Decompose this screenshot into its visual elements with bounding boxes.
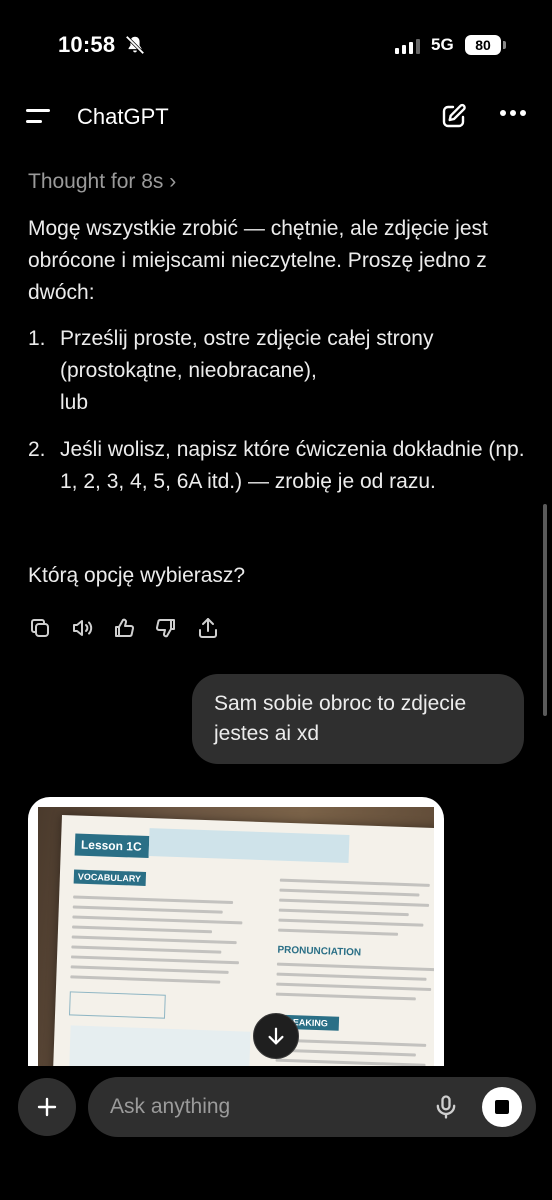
read-aloud-button[interactable] [70,614,112,642]
arrow-down-icon [268,1027,284,1045]
top-bar: ChatGPT [0,92,552,142]
more-icon[interactable] [500,110,526,118]
word-box [69,991,166,1019]
network-type: 5G [431,35,454,54]
add-attachment-button[interactable] [18,1078,76,1136]
thumbs-up-button[interactable] [112,614,154,642]
menu-icon[interactable] [26,106,52,126]
chevron-right-icon: › [169,170,177,193]
share-icon [199,618,217,638]
thumbs-up-icon [115,618,134,637]
thought-label: Thought for 8s [28,170,164,193]
microphone-icon[interactable] [432,1093,460,1121]
vocabulary-heading: VOCABULARY [73,869,147,886]
plus-icon [37,1097,57,1117]
textbook-page: Lesson 1C VOCABULARY PRONUNCIATION SPEAK… [50,815,434,1077]
copy-icon [31,619,49,637]
scroll-to-bottom-button[interactable] [253,1013,299,1059]
stop-icon [495,1100,509,1114]
user-message: Sam sobie obroc to zdjecie jestes ai xd [192,674,524,764]
share-button[interactable] [196,614,238,642]
thumbs-down-icon [156,619,175,638]
list-text: Prześlij proste, ostre zdjęcie całej str… [60,327,434,382]
status-bar: 10:58 5G 80 [0,0,552,92]
thumbs-down-button[interactable] [154,614,196,642]
app-title: ChatGPT [77,104,169,129]
lesson-heading: Lesson 1C [74,833,150,859]
pronunciation-heading: PRONUNCIATION [277,944,362,959]
copy-button[interactable] [28,614,70,642]
list-item: 2. Jeśli wolisz, napisz które ćwiczenia … [28,434,528,498]
bell-slash-icon [125,35,145,55]
list-text-continuation: lub [60,391,89,414]
new-chat-icon[interactable] [440,102,468,130]
read-aloud-icon [73,620,93,636]
stop-button[interactable] [482,1087,522,1127]
textbook-photo: Lesson 1C VOCABULARY PRONUNCIATION SPEAK… [38,807,434,1077]
message-composer [88,1077,536,1137]
list-number: 1. [28,327,46,350]
signal-icon [395,38,420,54]
message-actions [28,614,238,642]
thought-toggle[interactable]: Thought for 8s › [28,170,176,194]
home-indicator-area [0,1160,552,1200]
list-item: 1. Prześlij proste, ostre zdjęcie całej … [28,323,528,419]
scrollbar[interactable] [543,504,547,716]
battery-indicator: 80 [465,35,506,55]
list-number: 2. [28,438,46,461]
lesson-banner [148,828,350,864]
message-input[interactable] [110,1077,420,1137]
assistant-question: Którą opcję wybierasz? [28,564,246,587]
assistant-paragraph: Mogę wszystkie zrobić — chętnie, ale zdj… [28,217,488,304]
image-attachment[interactable]: Lesson 1C VOCABULARY PRONUNCIATION SPEAK… [28,797,444,1077]
status-time: 10:58 [58,32,116,57]
list-text: Jeśli wolisz, napisz które ćwiczenia dok… [60,438,525,493]
